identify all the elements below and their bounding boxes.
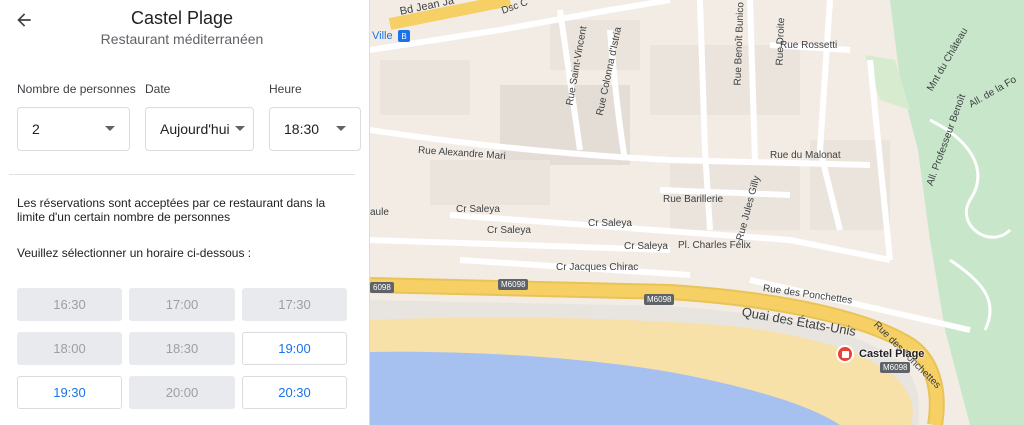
- time-slot-button: 16:30: [17, 288, 122, 321]
- street-label: Cr Saleya: [487, 225, 531, 236]
- divider: [9, 174, 355, 175]
- street-label: Ville: [372, 30, 393, 42]
- party-size-value: 2: [32, 121, 40, 137]
- street-label: Cr Jacques Chirac: [556, 262, 639, 273]
- restaurant-map-label[interactable]: Castel Plage: [859, 348, 924, 360]
- reservation-info-text: Les réservations sont acceptées par ce r…: [17, 196, 326, 224]
- date-select[interactable]: Aujourd'hui: [145, 107, 254, 151]
- time-slot-button: 20:00: [129, 376, 235, 409]
- street-label: Rue du Malonat: [770, 150, 841, 161]
- street-label: Cr Saleya: [456, 204, 500, 215]
- date-value: Aujourd'hui: [160, 121, 230, 137]
- date-label: Date: [145, 82, 171, 96]
- time-slot-button[interactable]: 19:30: [17, 376, 122, 409]
- select-time-prompt: Veuillez sélectionner un horaire ci-dess…: [17, 246, 252, 260]
- bus-stop-icon[interactable]: B: [398, 30, 410, 42]
- time-slot-button: 17:00: [129, 288, 235, 321]
- page-title: Castel Plage: [130, 8, 234, 28]
- reservation-panel: Castel Plage Restaurant méditerranéen No…: [0, 0, 370, 425]
- time-slot-button: 18:00: [17, 332, 122, 365]
- chevron-down-icon: [105, 126, 115, 131]
- party-size-select[interactable]: 2: [17, 107, 130, 151]
- chevron-down-icon: [336, 126, 346, 131]
- road-shield: M6098: [498, 279, 529, 290]
- chevron-down-icon: [235, 126, 245, 131]
- street-label: Pl. Charles Félix: [678, 240, 751, 251]
- street-label: Rue Barillerie: [663, 194, 724, 205]
- street-label: Cr Saleya: [624, 241, 668, 252]
- time-slot-button: 18:30: [129, 332, 235, 365]
- time-slot-grid: 16:30 17:00 17:30 18:00 18:30 19:00 19:30 20:00…: [17, 288, 347, 409]
- time-slot-button[interactable]: 20:30: [242, 376, 347, 409]
- party-size-label: Nombre de personnes: [17, 82, 136, 96]
- time-value: 18:30: [284, 121, 320, 137]
- restaurant-category: Restaurant méditerranéen: [100, 31, 264, 47]
- time-slot-button[interactable]: 19:00: [242, 332, 347, 365]
- restaurant-marker-icon[interactable]: [836, 345, 854, 363]
- road-shield: M6098: [644, 294, 675, 305]
- street-label: aule: [370, 207, 389, 218]
- street-label: Cr Saleya: [588, 218, 632, 229]
- time-label: Heure: [269, 82, 302, 96]
- street-label: Rue Rossetti: [780, 40, 838, 51]
- road-shield: 6098: [370, 282, 394, 293]
- time-slot-button: 17:30: [242, 288, 347, 321]
- time-select[interactable]: 18:30: [269, 107, 361, 151]
- road-shield: M6098: [880, 362, 911, 373]
- map[interactable]: B Ville Bd Jean Ja Dsc C Rue Saint-Vince…: [370, 0, 1024, 425]
